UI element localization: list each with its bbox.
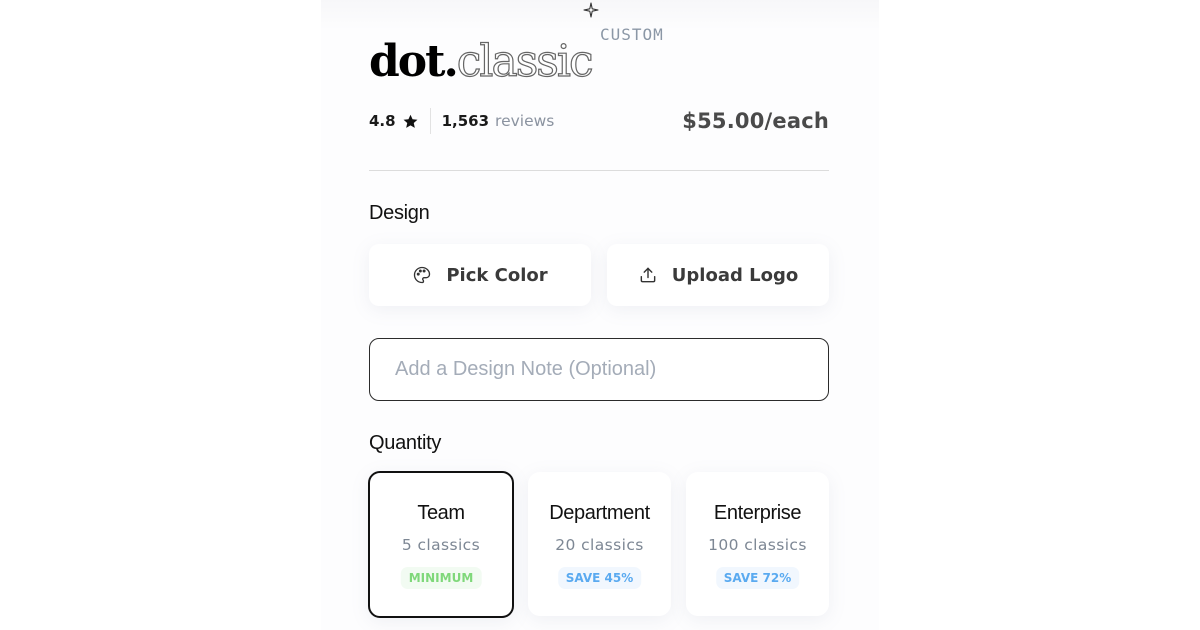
review-count[interactable]: 1,563	[442, 112, 489, 130]
design-note-input[interactable]	[369, 338, 829, 401]
quantity-option-team[interactable]: Team 5 classics MINIMUM	[368, 471, 514, 618]
star-icon	[403, 114, 418, 128]
tier-badge: SAVE 45%	[557, 567, 642, 589]
design-heading: Design	[369, 202, 430, 224]
pick-color-label: Pick Color	[446, 264, 548, 286]
pick-color-button[interactable]: Pick Color	[369, 244, 591, 306]
tier-badge: SAVE 72%	[715, 567, 800, 589]
upload-icon	[640, 267, 656, 283]
quantity-option-department[interactable]: Department 20 classics SAVE 45%	[528, 472, 671, 616]
tier-name: Department	[549, 502, 650, 524]
quantity-option-enterprise[interactable]: Enterprise 100 classics SAVE 72%	[686, 472, 829, 616]
review-label[interactable]: reviews	[495, 112, 554, 130]
product-title: dot. classic	[369, 36, 594, 88]
palette-icon	[414, 266, 431, 284]
tier-badge: MINIMUM	[400, 567, 482, 589]
brand-name-outline: classic	[456, 36, 594, 87]
upload-logo-label: Upload Logo	[671, 264, 799, 286]
quantity-heading: Quantity	[369, 432, 442, 454]
upload-logo-button[interactable]: Upload Logo	[607, 244, 829, 306]
brand-name-bold: dot.	[369, 36, 459, 87]
meta-divider	[429, 108, 431, 134]
rating-value: 4.8	[369, 112, 396, 130]
price: $55.00/each	[682, 109, 829, 133]
product-tag: CUSTOM	[600, 25, 664, 44]
sparkle-icon	[583, 2, 599, 18]
tier-count: 20 classics	[555, 536, 644, 554]
rating-price-row: 4.8 1,563 reviews $55.00/each	[369, 106, 829, 136]
section-divider	[369, 170, 829, 171]
tier-name: Team	[417, 502, 465, 524]
tier-count: 5 classics	[401, 536, 481, 554]
tier-name: Enterprise	[713, 502, 802, 524]
tier-count: 100 classics	[708, 536, 807, 554]
